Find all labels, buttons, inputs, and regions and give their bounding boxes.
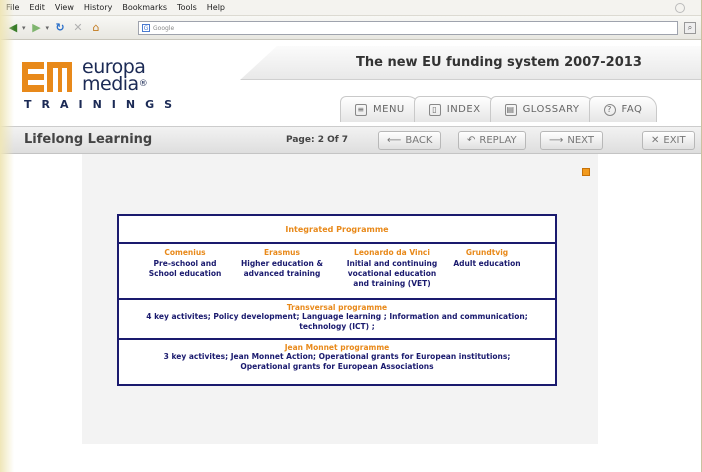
back-arrow-icon[interactable]: ◀	[6, 21, 20, 35]
transversal-line1: 4 key activites; Policy development; Lan…	[146, 312, 528, 321]
tab-glossary[interactable]: ▤ GLOSSARY	[489, 96, 595, 122]
google-icon: G	[142, 24, 150, 32]
document-icon: ▤	[504, 103, 517, 116]
search-placeholder: Google	[153, 24, 175, 32]
header-tabs: ≡ MENU ▯ INDEX ▤ GLOSSARY ? FAQ	[340, 96, 658, 122]
close-icon: ✕	[651, 135, 660, 146]
programme-name: Grundtvig	[465, 248, 509, 257]
tab-menu[interactable]: ≡ MENU	[340, 96, 420, 122]
reload-icon[interactable]: ↻	[53, 21, 67, 35]
programme-desc: and training (VET)	[353, 279, 431, 288]
replay-icon: ↶	[467, 135, 476, 146]
menu-view[interactable]: View	[55, 3, 74, 12]
jean-monnet-line2: Operational grants for European Associat…	[240, 362, 434, 371]
programme-desc: Pre-school and	[153, 259, 217, 268]
programme-leonardo: Leonardo da Vinci Initial and continuing…	[337, 248, 447, 289]
menu-bookmarks[interactable]: Bookmarks	[122, 3, 167, 12]
book-icon: ▯	[428, 103, 441, 116]
throbber-icon	[675, 3, 685, 13]
logo-text: europa media®	[82, 58, 148, 95]
programme-desc: Higher education &	[240, 259, 324, 268]
menu-history[interactable]: History	[84, 3, 112, 12]
programme-desc: Initial and continuing	[346, 259, 438, 268]
jean-monnet-line1: 3 key activites; Jean Monnet Action; Ope…	[163, 352, 511, 361]
programme-name: Comenius	[164, 248, 206, 257]
logo-line2: media	[82, 73, 139, 95]
question-icon: ?	[603, 103, 616, 116]
programme-desc: School education	[148, 269, 222, 278]
tab-index[interactable]: ▯ INDEX	[413, 96, 496, 122]
jean-monnet-title: Jean Monnet programme	[284, 343, 390, 352]
replay-button[interactable]: ↶ REPLAY	[458, 131, 526, 150]
tab-menu-label: MENU	[373, 104, 405, 115]
logo-tagline: TRAININGS	[24, 98, 183, 111]
slide-stage: Integrated Programme Comenius Pre-school…	[0, 154, 701, 472]
programme-diagram: Integrated Programme Comenius Pre-school…	[117, 214, 557, 386]
programme-name: Erasmus	[264, 248, 300, 257]
diagram-transversal: Transversal programme 4 key activites; P…	[119, 300, 555, 340]
europa-media-logo-icon	[22, 62, 72, 92]
browser-menubar: File Edit View History Bookmarks Tools H…	[0, 0, 701, 16]
programme-desc: vocational education	[347, 269, 437, 278]
course-toolbar: Lifelong Learning Page: 2 Of 7 ⟵ BACK ↶ …	[0, 126, 701, 154]
logo-trademark: ®	[138, 79, 148, 89]
section-title: Lifelong Learning	[24, 132, 153, 147]
exit-button[interactable]: ✕ EXIT	[642, 131, 695, 150]
browser-navbar: ◀ ▾ ▶ ▾ ↻ ✕ ⌂ G Google ⌕	[0, 16, 701, 40]
programme-name: Leonardo da Vinci	[354, 248, 430, 257]
exit-button-label: EXIT	[663, 135, 686, 146]
programme-desc: advanced training	[243, 269, 321, 278]
page-content: europa media® TRAININGS The new EU fundi…	[0, 40, 701, 472]
browser-window: File Edit View History Bookmarks Tools H…	[0, 0, 702, 472]
right-arrow-icon: ⟶	[549, 135, 564, 146]
menu-help[interactable]: Help	[207, 3, 225, 12]
tab-faq[interactable]: ? FAQ	[588, 96, 658, 122]
forward-dropdown-icon[interactable]: ▾	[46, 24, 50, 32]
diagram-header: Integrated Programme	[119, 216, 555, 244]
programme-erasmus: Erasmus Higher education & advanced trai…	[233, 248, 331, 279]
expand-icon[interactable]	[582, 168, 590, 176]
menu-tools[interactable]: Tools	[177, 3, 197, 12]
back-button[interactable]: ⟵ BACK	[378, 131, 442, 150]
menu-list-icon: ≡	[355, 103, 367, 116]
diagram-jean-monnet: Jean Monnet programme 3 key activites; J…	[119, 340, 555, 382]
home-icon[interactable]: ⌂	[89, 21, 103, 35]
page-title: The new EU funding system 2007-2013	[356, 55, 642, 70]
programme-grundtvig: Grundtvig Adult education	[449, 248, 525, 269]
menu-edit[interactable]: Edit	[29, 3, 45, 12]
menu-file[interactable]: File	[6, 3, 19, 12]
back-dropdown-icon[interactable]: ▾	[22, 24, 26, 32]
left-arrow-icon: ⟵	[387, 135, 402, 146]
site-header: europa media® TRAININGS The new EU fundi…	[0, 40, 701, 126]
page-indicator: Page: 2 Of 7	[286, 135, 349, 145]
transversal-line2: technology (ICT) ;	[299, 322, 375, 331]
tab-glossary-label: GLOSSARY	[522, 104, 580, 115]
programme-comenius: Comenius Pre-school and School education	[145, 248, 225, 279]
programme-desc: Adult education	[453, 259, 521, 268]
next-button[interactable]: ⟶ NEXT	[540, 131, 603, 150]
tab-index-label: INDEX	[446, 104, 481, 115]
search-go-icon[interactable]: ⌕	[684, 22, 696, 34]
next-button-label: NEXT	[567, 135, 594, 146]
back-button-label: BACK	[405, 135, 433, 146]
replay-button-label: REPLAY	[479, 135, 517, 146]
transversal-title: Transversal programme	[286, 303, 388, 312]
stop-icon[interactable]: ✕	[71, 21, 85, 35]
forward-arrow-icon[interactable]: ▶	[30, 21, 44, 35]
diagram-programmes: Comenius Pre-school and School education…	[119, 244, 555, 300]
search-input[interactable]: G Google	[138, 21, 678, 35]
tab-faq-label: FAQ	[621, 104, 643, 115]
